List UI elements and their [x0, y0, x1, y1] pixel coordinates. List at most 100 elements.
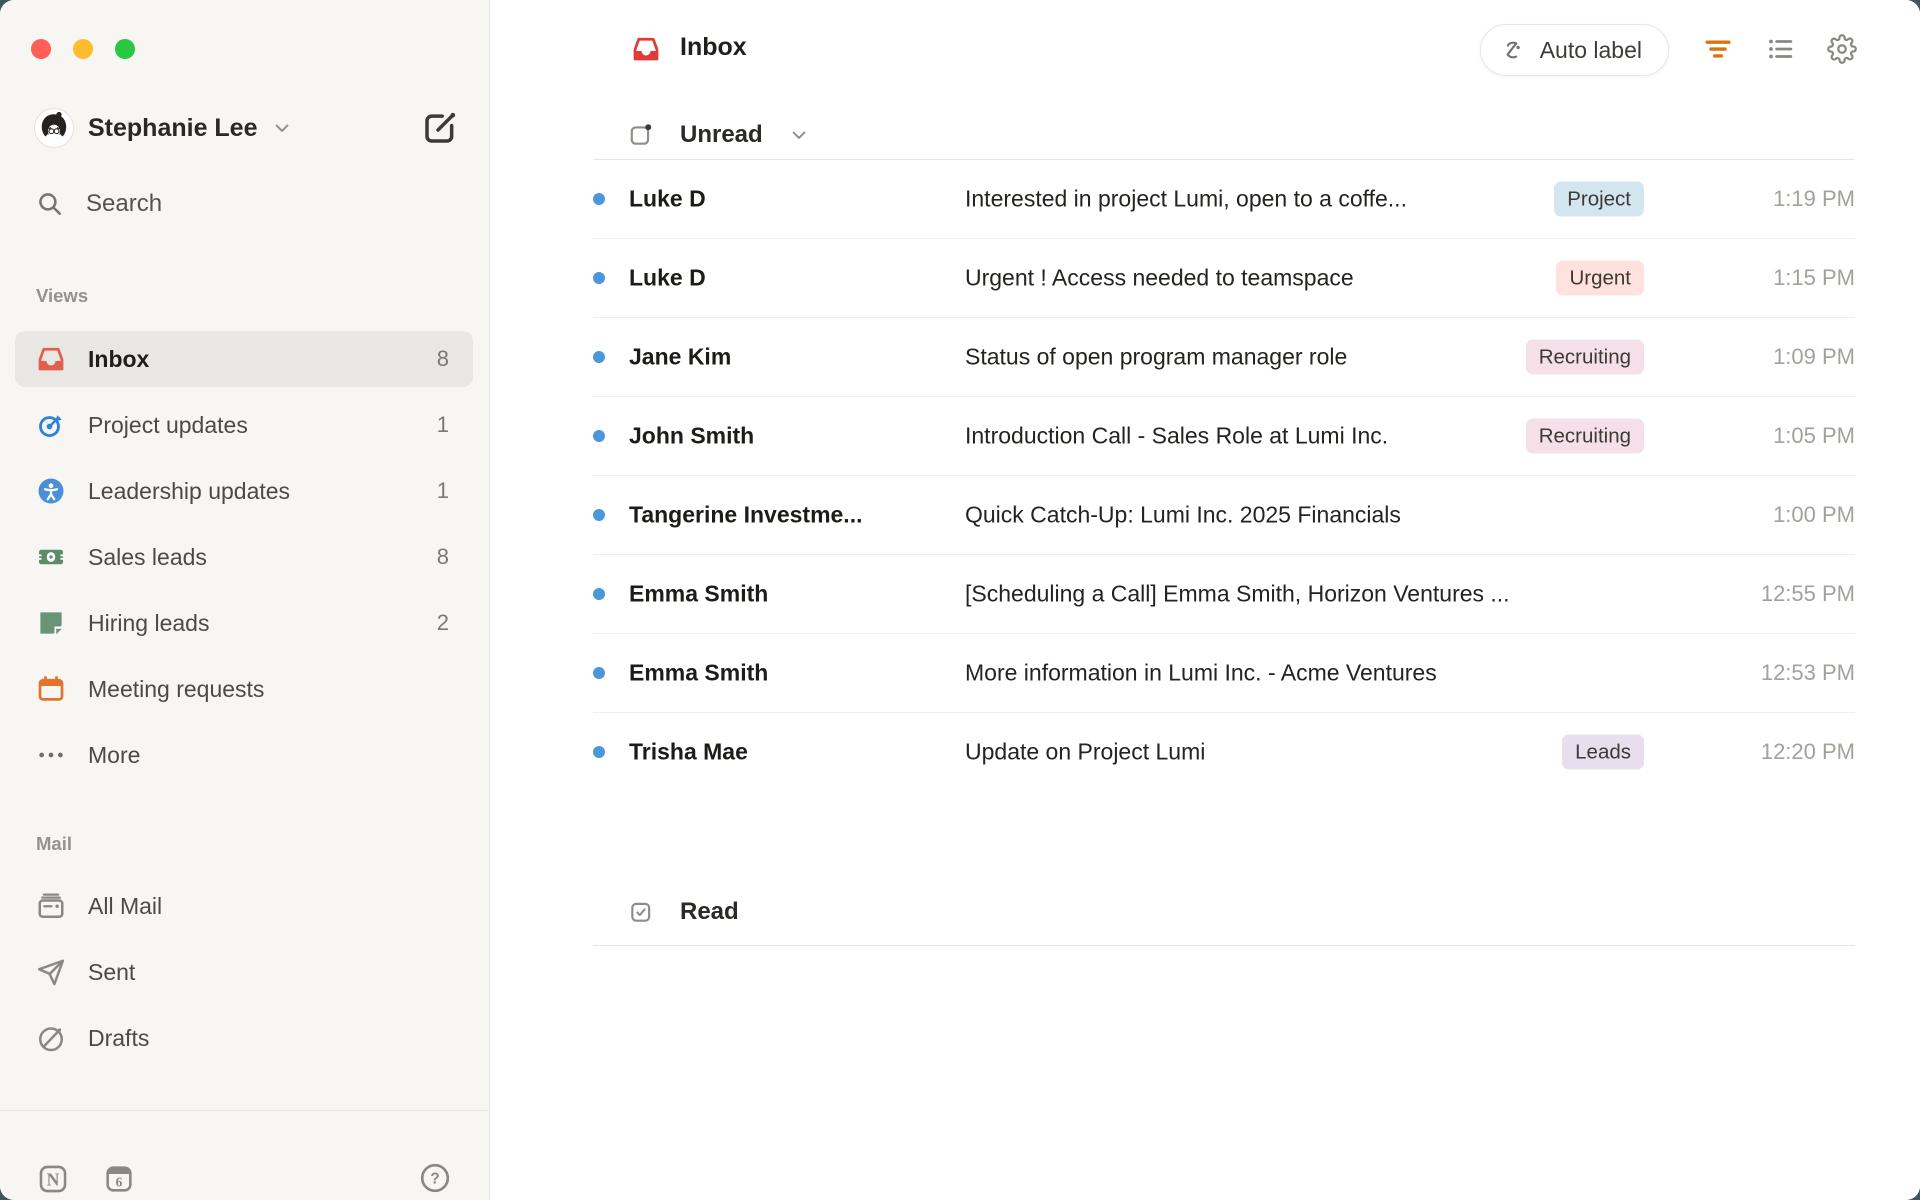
help-button[interactable]: ? — [419, 1162, 451, 1194]
email-time: 12:55 PM — [1761, 581, 1855, 607]
svg-text:N: N — [47, 1170, 60, 1190]
unread-dot — [593, 667, 605, 679]
unread-count: 1 — [437, 412, 449, 438]
filter-icon — [1703, 34, 1733, 64]
email-time: 1:05 PM — [1773, 423, 1855, 449]
email-row[interactable]: Luke D Interested in project Lumi, open … — [593, 160, 1855, 239]
page-title: Inbox — [680, 33, 747, 62]
app-window: Stephanie Lee Search Views Inbox 8 Proj — [0, 0, 1920, 1200]
sidebar-item-sales-leads[interactable]: Sales leads 8 — [15, 529, 473, 585]
email-sender: Trisha Mae — [629, 739, 748, 766]
email-row[interactable]: Jane Kim Status of open program manager … — [593, 318, 1855, 397]
sidebar-item-all-mail[interactable]: All Mail — [15, 878, 473, 934]
chevron-down-icon — [789, 125, 809, 145]
note-icon — [36, 608, 66, 638]
email-time: 1:15 PM — [1773, 265, 1855, 291]
email-subject: [Scheduling a Call] Emma Smith, Horizon … — [965, 581, 1555, 608]
sidebar-item-inbox[interactable]: Inbox 8 — [15, 331, 473, 387]
sidebar-item-more[interactable]: More — [15, 727, 473, 783]
list-view-button[interactable] — [1766, 34, 1796, 64]
zoom-button[interactable] — [115, 39, 135, 59]
close-button[interactable] — [31, 39, 51, 59]
email-row[interactable]: Emma Smith More information in Lumi Inc.… — [593, 634, 1855, 713]
unread-dot — [593, 430, 605, 442]
section-label-mail: Mail — [36, 833, 72, 855]
unread-dot — [593, 588, 605, 600]
settings-gear-icon — [1827, 34, 1857, 64]
unread-checkbox-icon — [628, 122, 654, 148]
avatar — [34, 108, 74, 148]
sidebar-item-sent[interactable]: Sent — [15, 944, 473, 1000]
svg-text:?: ? — [430, 1171, 439, 1188]
email-sender: Emma Smith — [629, 581, 768, 608]
person-circle-icon — [36, 476, 66, 506]
label-badge: Recruiting — [1526, 340, 1644, 375]
email-subject: Urgent ! Access needed to teamspace — [965, 265, 1555, 292]
unread-group-header[interactable]: Unread — [593, 110, 1855, 160]
email-subject: More information in Lumi Inc. - Acme Ven… — [965, 660, 1555, 687]
unread-count: 2 — [437, 610, 449, 636]
email-row[interactable]: Luke D Urgent ! Access needed to teamspa… — [593, 239, 1855, 318]
search-label: Search — [86, 190, 162, 218]
inbox-tray-icon — [36, 344, 66, 374]
email-time: 12:53 PM — [1761, 660, 1855, 686]
chevron-down-icon — [272, 118, 292, 138]
email-time: 1:00 PM — [1773, 502, 1855, 528]
unread-count: 8 — [437, 544, 449, 570]
compose-button[interactable] — [420, 108, 460, 148]
email-sender: Luke D — [629, 186, 706, 213]
email-time: 12:20 PM — [1761, 739, 1855, 765]
email-subject: Status of open program manager role — [965, 344, 1555, 371]
list-view-icon — [1766, 34, 1796, 64]
read-checkbox-icon — [628, 899, 654, 925]
unread-count: 8 — [437, 346, 449, 372]
email-sender: Emma Smith — [629, 660, 768, 687]
email-sender: Jane Kim — [629, 344, 731, 371]
sidebar-item-leadership-updates[interactable]: Leadership updates 1 — [15, 463, 473, 519]
banknote-icon — [36, 542, 66, 572]
calendar-badge[interactable]: 6 — [102, 1162, 136, 1196]
sidebar-item-drafts[interactable]: Drafts — [15, 1010, 473, 1066]
mail-list: All Mail Sent Drafts — [15, 878, 473, 1076]
sidebar-item-meeting-requests[interactable]: Meeting requests — [15, 661, 473, 717]
read-group-header[interactable]: Read — [593, 878, 1855, 946]
unread-dot — [593, 193, 605, 205]
email-subject: Quick Catch-Up: Lumi Inc. 2025 Financial… — [965, 502, 1555, 529]
ellipsis-icon — [36, 740, 66, 770]
svg-text:6: 6 — [116, 1175, 123, 1190]
email-subject: Interested in project Lumi, open to a co… — [965, 186, 1555, 213]
sidebar-item-project-updates[interactable]: Project updates 1 — [15, 397, 473, 453]
unread-dot — [593, 272, 605, 284]
auto-label-button[interactable]: Auto label — [1480, 24, 1669, 76]
draft-icon — [36, 1023, 66, 1053]
notion-logo-badge[interactable]: N — [36, 1162, 70, 1196]
email-row[interactable]: Trisha Mae Update on Project Lumi Leads … — [593, 713, 1855, 791]
email-time: 1:09 PM — [1773, 344, 1855, 370]
email-row[interactable]: John Smith Introduction Call - Sales Rol… — [593, 397, 1855, 476]
settings-button[interactable] — [1827, 34, 1857, 64]
email-row[interactable]: Emma Smith [Scheduling a Call] Emma Smit… — [593, 555, 1855, 634]
email-subject: Update on Project Lumi — [965, 739, 1555, 766]
target-icon — [36, 410, 66, 440]
account-name: Stephanie Lee — [88, 114, 258, 143]
filter-button[interactable] — [1703, 34, 1733, 64]
views-list: Inbox 8 Project updates 1 Leadership upd… — [15, 331, 473, 793]
unread-dot — [593, 746, 605, 758]
label-badge: Project — [1554, 182, 1644, 217]
account-switcher[interactable]: Stephanie Lee — [34, 106, 409, 150]
auto-label-text: Auto label — [1540, 37, 1642, 64]
calendar-icon — [36, 674, 66, 704]
email-sender: John Smith — [629, 423, 754, 450]
email-row[interactable]: Tangerine Investme... Quick Catch-Up: Lu… — [593, 476, 1855, 555]
inbox-tray-icon — [631, 34, 661, 64]
main-panel: Inbox Auto label — [490, 0, 1920, 1200]
compose-icon — [420, 108, 460, 148]
search-button[interactable]: Search — [36, 184, 162, 224]
search-icon — [36, 190, 64, 218]
sidebar-item-hiring-leads[interactable]: Hiring leads 2 — [15, 595, 473, 651]
email-subject: Introduction Call - Sales Role at Lumi I… — [965, 423, 1555, 450]
label-badge: Urgent — [1556, 261, 1644, 296]
unread-dot — [593, 351, 605, 363]
window-controls — [31, 39, 135, 59]
minimize-button[interactable] — [73, 39, 93, 59]
